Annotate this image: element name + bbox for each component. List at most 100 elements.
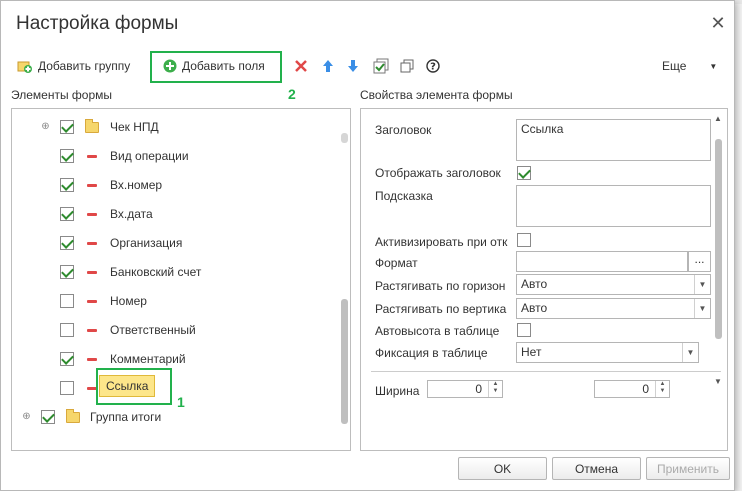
red-x-icon bbox=[295, 60, 307, 72]
tree-row[interactable]: Вх.дата bbox=[12, 202, 342, 226]
copy-button[interactable] bbox=[400, 53, 414, 79]
blue-down-arrow-icon bbox=[347, 59, 359, 73]
chevron-down-icon[interactable]: ▼ bbox=[694, 275, 710, 294]
tree-item-label: Чек НПД bbox=[110, 120, 159, 134]
help-button[interactable]: ? bbox=[426, 53, 440, 79]
stretch-vertical-select[interactable]: Авто ▼ bbox=[516, 298, 711, 319]
width-value: 0 bbox=[475, 382, 482, 396]
header-field[interactable]: Ссылка bbox=[516, 119, 711, 161]
show-header-label: Отображать заголовок bbox=[375, 166, 501, 180]
expand-icon[interactable]: ⊕ bbox=[22, 412, 31, 422]
chevron-down-icon[interactable]: ▼ bbox=[682, 343, 698, 362]
folder-icon bbox=[66, 409, 80, 423]
spinner-arrows-icon[interactable]: ▲ ▼ bbox=[488, 381, 502, 397]
autoheight-checkbox[interactable] bbox=[517, 323, 531, 337]
tree-row[interactable]: Вид операции bbox=[12, 144, 342, 168]
more-label: Еще bbox=[662, 59, 687, 73]
tree-checkbox[interactable] bbox=[60, 149, 74, 163]
format-select-button[interactable]: ... bbox=[688, 251, 711, 272]
stretch-horizontal-label: Растягивать по горизон bbox=[375, 279, 506, 293]
tree-row[interactable]: Комментарий bbox=[12, 347, 342, 371]
tree-row[interactable]: Номер bbox=[12, 289, 342, 313]
form-elements-label: Элементы формы bbox=[11, 88, 113, 102]
link-item-highlight bbox=[96, 368, 172, 405]
tree-scrollbar-thumb[interactable] bbox=[341, 299, 348, 424]
tree-checkbox[interactable] bbox=[60, 207, 74, 221]
width-spinner[interactable]: 0 ▲ ▼ bbox=[427, 380, 503, 398]
tree-checkbox[interactable] bbox=[60, 236, 74, 250]
apply-button[interactable]: Применить bbox=[646, 457, 730, 480]
tree-row[interactable]: Банковский счет bbox=[12, 260, 342, 284]
scroll-up-arrow-icon[interactable]: ▲ bbox=[714, 114, 722, 123]
tree-checkbox[interactable] bbox=[60, 323, 74, 337]
move-down-button[interactable] bbox=[347, 53, 359, 79]
toolbar: Добавить группу Добавить поля ? Еще ▼ bbox=[1, 53, 736, 79]
tree-item-label: Группа итоги bbox=[90, 410, 162, 424]
tree-row[interactable]: Ответственный bbox=[12, 318, 342, 342]
tree-scrollbar-top[interactable] bbox=[341, 133, 348, 143]
svg-text:?: ? bbox=[430, 62, 436, 73]
more-button[interactable]: Еще ▼ bbox=[662, 53, 717, 79]
blue-up-arrow-icon bbox=[322, 59, 334, 73]
properties-scrollbar-thumb[interactable] bbox=[715, 139, 722, 339]
field-dash-icon bbox=[87, 213, 97, 216]
chevron-down-icon[interactable]: ▼ bbox=[694, 299, 710, 318]
stretch-vertical-label: Растягивать по вертика bbox=[375, 302, 507, 316]
section-divider bbox=[371, 371, 721, 372]
format-field[interactable] bbox=[516, 251, 688, 272]
tree-item-label: Банковский счет bbox=[110, 265, 202, 279]
tree-checkbox[interactable] bbox=[60, 294, 74, 308]
field-dash-icon bbox=[87, 300, 97, 303]
add-group-label: Добавить группу bbox=[38, 59, 131, 73]
ok-button[interactable]: OK bbox=[458, 457, 547, 480]
dialog-title: Настройка формы bbox=[16, 13, 179, 34]
add-group-icon bbox=[17, 58, 33, 74]
fix-label: Фиксация в таблице bbox=[375, 346, 488, 360]
check-all-button[interactable] bbox=[373, 53, 389, 79]
tree-checkbox[interactable] bbox=[60, 120, 74, 134]
annotation-two: 2 bbox=[288, 86, 296, 102]
tooltip-label: Подсказка bbox=[375, 189, 433, 203]
stretch-horizontal-value: Авто bbox=[521, 277, 548, 291]
checkbox-list-icon bbox=[373, 58, 389, 74]
field-dash-icon bbox=[87, 155, 97, 158]
folder-icon bbox=[85, 119, 99, 133]
dropdown-arrow-icon: ▼ bbox=[709, 61, 718, 71]
fix-select[interactable]: Нет ▼ bbox=[516, 342, 699, 363]
copy-icon bbox=[400, 59, 414, 73]
tree-item-label: Номер bbox=[110, 294, 147, 308]
tree-row[interactable]: Организация bbox=[12, 231, 342, 255]
format-label: Формат bbox=[375, 256, 418, 270]
tree-checkbox[interactable] bbox=[60, 265, 74, 279]
stretch-horizontal-select[interactable]: Авто ▼ bbox=[516, 274, 711, 295]
annotation-one: 1 bbox=[177, 394, 185, 410]
spinner-arrows-icon[interactable]: ▲ ▼ bbox=[655, 381, 669, 397]
delete-button[interactable] bbox=[295, 53, 307, 79]
form-settings-dialog: Настройка формы ✕ Добавить группу Добави… bbox=[0, 0, 735, 491]
close-icon[interactable]: ✕ bbox=[709, 14, 727, 32]
tree-row[interactable]: Вх.номер bbox=[12, 173, 342, 197]
fix-value: Нет bbox=[521, 345, 542, 359]
expand-icon[interactable]: ⊕ bbox=[41, 122, 50, 132]
tree-checkbox[interactable] bbox=[60, 381, 74, 395]
help-icon: ? bbox=[426, 59, 440, 73]
activate-checkbox[interactable] bbox=[517, 233, 531, 247]
tree-checkbox[interactable] bbox=[41, 410, 55, 424]
field-dash-icon bbox=[87, 271, 97, 274]
tree-checkbox[interactable] bbox=[60, 352, 74, 366]
tree-row[interactable]: ⊕ Чек НПД bbox=[12, 115, 342, 139]
tree-item-label: Вид операции bbox=[110, 149, 189, 163]
tree-checkbox[interactable] bbox=[60, 178, 74, 192]
cancel-button[interactable]: Отмена bbox=[552, 457, 641, 480]
field-dash-icon bbox=[87, 358, 97, 361]
height-spinner[interactable]: 0 ▲ ▼ bbox=[594, 380, 670, 398]
tooltip-field[interactable] bbox=[516, 185, 711, 227]
activate-label: Активизировать при отк bbox=[375, 235, 508, 249]
move-up-button[interactable] bbox=[322, 53, 334, 79]
tree-item-label: Вх.номер bbox=[110, 178, 163, 192]
show-header-checkbox[interactable] bbox=[517, 166, 531, 180]
element-properties-label: Свойства элемента формы bbox=[360, 88, 513, 102]
add-group-button[interactable]: Добавить группу bbox=[17, 53, 130, 79]
scroll-down-arrow-icon[interactable]: ▼ bbox=[714, 377, 722, 386]
width-label: Ширина bbox=[375, 384, 420, 398]
